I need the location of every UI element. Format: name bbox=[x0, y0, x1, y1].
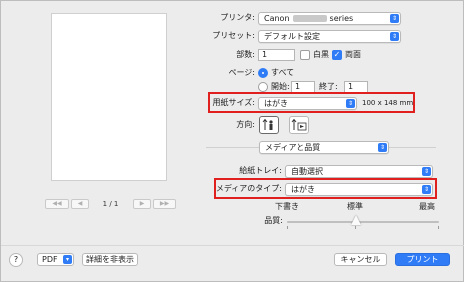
pdf-menu-button[interactable]: PDF ▾ bbox=[37, 253, 74, 266]
copies-label: 部数: bbox=[236, 50, 255, 59]
landscape-icon bbox=[291, 118, 307, 131]
pages-label: ページ: bbox=[228, 68, 255, 77]
quality-standard-label: 標準 bbox=[347, 202, 363, 211]
duplex-checkbox[interactable]: ✓ bbox=[332, 50, 342, 60]
footer-divider bbox=[1, 245, 464, 246]
paper-size-select[interactable]: はがき ⇕ bbox=[258, 97, 357, 110]
prev-page-button[interactable]: ◀ bbox=[71, 199, 89, 209]
bw-checkbox[interactable] bbox=[300, 50, 310, 60]
chevron-down-icon: ▾ bbox=[63, 255, 72, 264]
copies-field[interactable]: 1 bbox=[258, 49, 295, 61]
preview-pager: ◀◀ ◀ 1 / 1 ▶ ▶▶ bbox=[45, 198, 176, 210]
printer-label: プリンタ: bbox=[220, 13, 255, 22]
pages-range-radio[interactable] bbox=[258, 82, 268, 92]
preset-value: デフォルト設定 bbox=[264, 32, 320, 41]
section-select[interactable]: メディアと品質 ⇕ bbox=[259, 141, 389, 154]
landscape-orientation-button[interactable] bbox=[289, 116, 309, 134]
quality-label: 品質: bbox=[264, 216, 283, 225]
quality-high-label: 最高 bbox=[419, 202, 435, 211]
preset-select[interactable]: デフォルト設定 ⇕ bbox=[258, 30, 401, 43]
next-page-button[interactable]: ▶ bbox=[133, 199, 151, 209]
pages-all-label: すべて bbox=[271, 68, 295, 77]
quality-slider[interactable] bbox=[287, 221, 439, 223]
chevron-updown-icon: ⇕ bbox=[390, 14, 399, 23]
duplex-label: 両面 bbox=[345, 50, 361, 59]
chevron-updown-icon: ⇕ bbox=[422, 167, 431, 176]
chevron-updown-icon: ⇕ bbox=[346, 99, 355, 108]
media-type-value: はがき bbox=[291, 185, 315, 194]
last-page-button[interactable]: ▶▶ bbox=[153, 199, 176, 209]
quality-tick bbox=[355, 226, 356, 229]
orientation-label: 方向: bbox=[236, 120, 255, 129]
page-indicator: 1 / 1 bbox=[102, 200, 119, 208]
section-value: メディアと品質 bbox=[265, 143, 321, 152]
paper-size-value: はがき bbox=[264, 99, 288, 108]
paper-size-label: 用紙サイズ: bbox=[212, 98, 255, 107]
first-page-button[interactable]: ◀◀ bbox=[45, 199, 69, 209]
redacted-model bbox=[292, 15, 327, 22]
print-dialog: ◀◀ ◀ 1 / 1 ▶ ▶▶ プリンタ: Canon series ⇕ プリセッ… bbox=[0, 0, 464, 282]
tray-value: 自動選択 bbox=[291, 167, 323, 176]
quality-tick bbox=[438, 226, 439, 229]
printer-name-suffix: series bbox=[329, 14, 354, 23]
chevron-updown-icon: ⇕ bbox=[390, 32, 399, 41]
help-button[interactable]: ? bbox=[9, 253, 23, 267]
tray-select[interactable]: 自動選択 ⇕ bbox=[285, 165, 433, 178]
hide-details-button[interactable]: 詳細を非表示 bbox=[82, 253, 138, 266]
chevron-updown-icon: ⇕ bbox=[378, 143, 387, 152]
quality-tick bbox=[287, 226, 288, 229]
print-button[interactable]: プリント bbox=[395, 253, 450, 266]
pdf-label: PDF bbox=[42, 255, 58, 264]
tray-label: 給紙トレイ: bbox=[239, 166, 282, 175]
portrait-orientation-button[interactable] bbox=[259, 116, 279, 134]
quality-slider-knob[interactable] bbox=[351, 215, 361, 225]
bw-label: 白黒 bbox=[313, 50, 329, 59]
media-type-label: メディアのタイプ: bbox=[215, 184, 282, 193]
printer-select[interactable]: Canon series ⇕ bbox=[258, 12, 401, 25]
quality-low-label: 下書き bbox=[275, 202, 299, 211]
printer-name-prefix: Canon bbox=[264, 14, 290, 23]
page-preview bbox=[51, 13, 167, 181]
paper-dimensions: 100 x 148 mm bbox=[362, 99, 414, 107]
media-type-select[interactable]: はがき ⇕ bbox=[285, 183, 433, 196]
preset-label: プリセット: bbox=[212, 31, 255, 40]
pages-all-radio[interactable] bbox=[258, 68, 268, 78]
portrait-icon bbox=[262, 118, 273, 130]
chevron-updown-icon: ⇕ bbox=[422, 185, 431, 194]
cancel-button[interactable]: キャンセル bbox=[334, 253, 387, 266]
